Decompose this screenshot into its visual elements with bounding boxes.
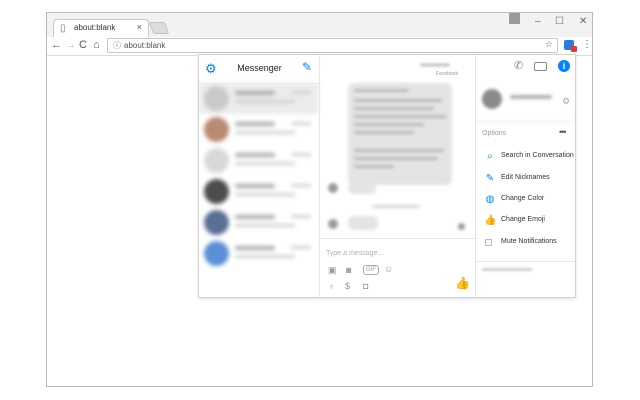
thumbs-up-icon: 👍 xyxy=(484,215,497,226)
conversation-list xyxy=(199,83,319,269)
address-bar[interactable]: ⓘ ☆ xyxy=(107,38,558,53)
conversation-item[interactable] xyxy=(199,114,319,145)
option-label: Edit Nicknames xyxy=(501,174,550,181)
seen-avatar xyxy=(458,223,465,230)
home-icon[interactable]: ⌂ xyxy=(93,38,100,52)
thumbs-up-icon[interactable]: 👍 xyxy=(455,277,470,289)
chat-header-subtitle: Facebook xyxy=(436,71,458,77)
tab-about-blank[interactable]: ▯ about:blank × xyxy=(53,19,149,37)
conversation-details-panel: ✆ i ⚙ Options ••• ⌕ Search in Conversati… xyxy=(475,55,575,297)
profile-card xyxy=(476,83,575,122)
avatar xyxy=(204,117,229,142)
microphone-icon[interactable]: ♁ xyxy=(328,281,335,291)
browser-menu-icon[interactable]: ⋮ xyxy=(582,39,592,51)
tab-close-icon[interactable]: × xyxy=(137,22,142,32)
message-bubble xyxy=(348,83,452,185)
message-composer: ▣ ◙ GIF ☺ ♁ $ ◘ 👍 xyxy=(320,238,475,297)
option-label: Change Color xyxy=(501,195,545,202)
option-change-emoji[interactable]: 👍 Change Emoji xyxy=(476,213,575,229)
message-thread xyxy=(320,83,475,238)
image-icon[interactable]: ▣ xyxy=(328,265,337,275)
camera-icon[interactable]: ◘ xyxy=(363,281,368,291)
tab-strip: ▯ about:blank × – ☐ ✕ xyxy=(47,13,592,37)
option-label: Change Emoji xyxy=(501,216,545,223)
reload-icon[interactable]: C xyxy=(79,38,87,52)
option-edit-nicknames[interactable]: ✎ Edit Nicknames xyxy=(476,171,575,187)
facebook-profile-link[interactable] xyxy=(482,268,532,271)
option-label: Search in Conversation xyxy=(501,152,574,159)
forward-icon[interactable]: → xyxy=(65,38,76,52)
sticker-icon[interactable]: ◙ xyxy=(346,265,351,275)
back-icon[interactable]: ← xyxy=(51,38,62,52)
conversation-item[interactable] xyxy=(199,83,319,114)
close-window-icon[interactable]: ✕ xyxy=(579,15,587,29)
messenger-popup: ⚙ Messenger ✎ Facebook Type a message...… xyxy=(198,54,576,298)
maximize-icon[interactable]: ☐ xyxy=(555,15,564,29)
message-bubble xyxy=(348,216,378,230)
conversation-item[interactable] xyxy=(199,145,319,176)
avatar xyxy=(204,241,229,266)
profile-gear-icon[interactable]: ⚙ xyxy=(562,96,570,107)
avatar xyxy=(204,210,229,235)
chat-actions: ✆ i xyxy=(476,55,575,83)
options-heading: Options xyxy=(482,130,507,137)
phone-icon[interactable]: ✆ xyxy=(514,61,523,72)
minimize-icon[interactable]: – xyxy=(535,15,541,29)
option-label: Mute Notifications xyxy=(501,238,557,245)
avatar xyxy=(204,148,229,173)
avatar xyxy=(204,86,229,111)
option-mute-notifications[interactable]: Mute Notifications xyxy=(476,235,575,251)
info-icon[interactable]: ⓘ xyxy=(113,40,121,51)
chat-panel: Facebook ▣ ◙ GIF xyxy=(320,55,475,297)
sender-avatar xyxy=(328,183,338,193)
emoji-icon[interactable]: ☺ xyxy=(384,264,393,274)
conversation-item[interactable] xyxy=(199,238,319,269)
messenger-header: ⚙ Messenger ✎ xyxy=(199,55,319,84)
profile-icon[interactable] xyxy=(509,13,520,24)
conversation-item[interactable] xyxy=(199,176,319,207)
bookmark-star-icon[interactable]: ☆ xyxy=(545,39,553,50)
tab-title: about:blank xyxy=(74,23,116,32)
divider xyxy=(476,261,575,262)
avatar xyxy=(204,179,229,204)
page-icon: ▯ xyxy=(60,23,66,34)
info-icon[interactable]: i xyxy=(558,60,570,72)
message-bubble xyxy=(348,182,376,194)
option-change-color[interactable]: ◍ Change Color xyxy=(476,192,575,208)
gif-icon[interactable]: GIF xyxy=(363,265,379,275)
notification-badge xyxy=(571,46,577,52)
new-tab-button[interactable] xyxy=(148,22,170,34)
message-input[interactable] xyxy=(326,247,446,259)
palette-icon: ◍ xyxy=(485,194,495,205)
payment-icon[interactable]: $ xyxy=(345,281,350,291)
video-call-icon[interactable] xyxy=(534,62,547,71)
messenger-extension-icon[interactable] xyxy=(564,40,577,52)
option-search-in-conversation[interactable]: ⌕ Search in Conversation xyxy=(476,149,575,165)
chat-header: Facebook xyxy=(320,55,475,83)
mute-checkbox[interactable] xyxy=(485,239,492,246)
compose-icon[interactable]: ✎ xyxy=(302,61,312,73)
conversation-item[interactable] xyxy=(199,207,319,238)
more-options-icon[interactable]: ••• xyxy=(559,127,567,137)
search-icon: ⌕ xyxy=(487,151,493,162)
conversation-list-panel: ⚙ Messenger ✎ xyxy=(199,55,320,297)
sender-avatar xyxy=(328,219,338,229)
url-input[interactable] xyxy=(124,40,534,51)
avatar xyxy=(482,89,502,109)
pencil-icon: ✎ xyxy=(485,173,495,184)
